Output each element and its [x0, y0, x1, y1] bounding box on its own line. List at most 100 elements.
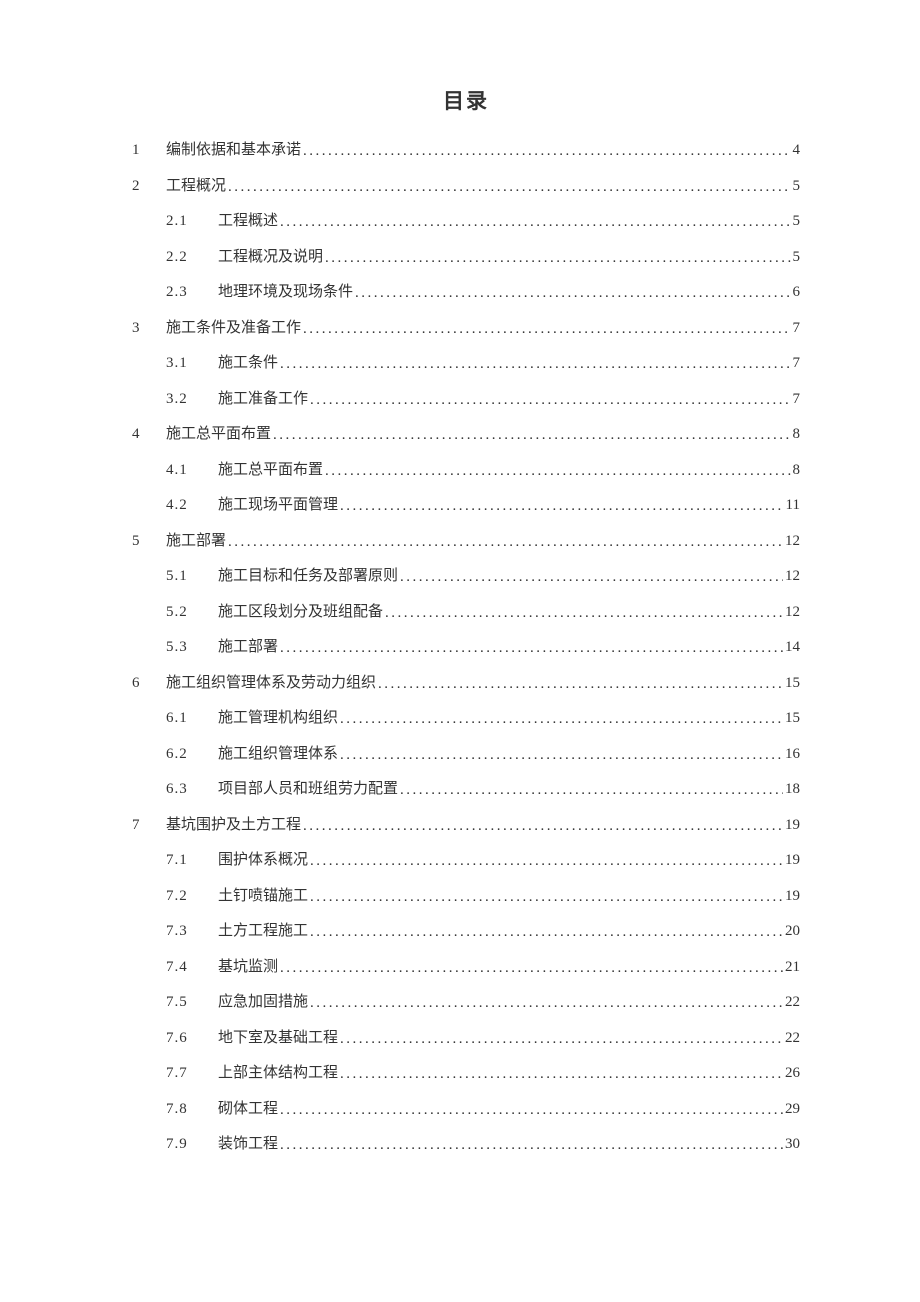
toc-entry: 5.3施工部署14 [132, 640, 800, 676]
toc-entry-page: 26 [785, 1066, 800, 1081]
toc-entry: 7.1围护体系概况19 [132, 853, 800, 889]
toc-entry-page: 19 [785, 853, 800, 868]
toc-leader-dots [310, 393, 790, 408]
toc-leader-dots [325, 251, 790, 266]
toc-entry-page: 22 [785, 995, 800, 1010]
toc-entry-title: 编制依据和基本承诺 [166, 143, 301, 158]
toc-entry-title: 施工目标和任务及部署原则 [218, 569, 398, 584]
toc-leader-dots [303, 144, 790, 159]
toc-entry-page: 4 [793, 143, 801, 158]
toc-entry-number: 3.1 [166, 356, 218, 371]
toc-entry-page: 19 [785, 818, 800, 833]
toc-entry-number: 7.8 [166, 1102, 218, 1117]
toc-leader-dots [378, 677, 783, 692]
toc-entry-page: 12 [785, 605, 800, 620]
toc-entry-page: 20 [785, 924, 800, 939]
toc-entry-number: 5 [132, 534, 166, 549]
toc-entry: 6.2施工组织管理体系16 [132, 747, 800, 783]
toc-entry-number: 7.5 [166, 995, 218, 1010]
toc-leader-dots [280, 357, 790, 372]
toc-entry: 5.1施工目标和任务及部署原则 12 [132, 569, 800, 605]
toc-entry-page: 5 [793, 214, 801, 229]
document-page: 目录 1编制依据和基本承诺42工程概况52.1工程概述52.2工程概况及说明52… [0, 0, 920, 1173]
toc-entry-number: 5.1 [166, 569, 218, 584]
toc-entry-title: 工程概况 [166, 179, 226, 194]
toc-entry-title: 地下室及基础工程 [218, 1031, 338, 1046]
toc-leader-dots [310, 854, 783, 869]
toc-leader-dots [340, 712, 783, 727]
toc-entry-number: 2.3 [166, 285, 218, 300]
toc-entry-number: 6.2 [166, 747, 218, 762]
toc-leader-dots [280, 1103, 783, 1118]
toc-entry-number: 2 [132, 179, 166, 194]
toc-entry-page: 15 [785, 711, 800, 726]
toc-entry: 7.9装饰工程 30 [132, 1137, 800, 1173]
toc-entry-number: 7 [132, 818, 166, 833]
toc-entry: 5.2施工区段划分及班组配备12 [132, 605, 800, 641]
toc-entry: 2.3地理环境及现场条件 6 [132, 285, 800, 321]
toc-entry-page: 6 [793, 285, 801, 300]
toc-entry: 6.1施工管理机构组织15 [132, 711, 800, 747]
toc-entry-number: 7.4 [166, 960, 218, 975]
toc-entry-title: 施工部署 [218, 640, 278, 655]
toc-entry-page: 12 [785, 569, 800, 584]
toc-entry: 2工程概况5 [132, 179, 800, 215]
toc-entry-page: 11 [786, 498, 800, 513]
toc-leader-dots [340, 499, 784, 514]
toc-leader-dots [280, 215, 790, 230]
toc-entry: 5施工部署12 [132, 534, 800, 570]
toc-leader-dots [310, 890, 783, 905]
toc-entry-number: 2.1 [166, 214, 218, 229]
toc-entry: 7.8砌体工程29 [132, 1102, 800, 1138]
toc-entry: 1编制依据和基本承诺 4 [132, 143, 800, 179]
toc-entry-number: 6 [132, 676, 166, 691]
toc-entry-number: 7.6 [166, 1031, 218, 1046]
toc-entry: 4.1施工总平面布置8 [132, 463, 800, 499]
toc-entry-number: 1 [132, 143, 166, 158]
toc-leader-dots [310, 996, 783, 1011]
toc-entry-number: 4.2 [166, 498, 218, 513]
toc-entry: 7.5应急加固措施22 [132, 995, 800, 1031]
toc-entry: 3.2施工准备工作7 [132, 392, 800, 428]
toc-entry-title: 地理环境及现场条件 [218, 285, 353, 300]
toc-entry-title: 装饰工程 [218, 1137, 278, 1152]
toc-entry: 6施工组织管理体系及劳动力组织15 [132, 676, 800, 712]
toc-leader-dots [325, 464, 790, 479]
toc-entry-title: 施工条件 [218, 356, 278, 371]
toc-leader-dots [228, 535, 783, 550]
toc-leader-dots [228, 180, 790, 195]
toc-entry-number: 7.9 [166, 1137, 218, 1152]
toc-entry-title: 施工条件及准备工作 [166, 321, 301, 336]
toc-entry-page: 18 [785, 782, 800, 797]
toc-leader-dots [303, 819, 783, 834]
toc-entry-title: 基坑围护及土方工程 [166, 818, 301, 833]
toc-entry-page: 30 [785, 1137, 800, 1152]
toc-entry-page: 7 [793, 392, 801, 407]
toc-entry-number: 7.3 [166, 924, 218, 939]
toc-entry-page: 15 [785, 676, 800, 691]
toc-entry: 7.3土方工程施工20 [132, 924, 800, 960]
toc-entry-title: 项目部人员和班组劳力配置 [218, 782, 398, 797]
toc-entry-page: 19 [785, 889, 800, 904]
toc-entry-number: 6.1 [166, 711, 218, 726]
toc-entry-page: 8 [793, 427, 801, 442]
toc-leader-dots [400, 570, 783, 585]
toc-entry-title: 施工总平面布置 [218, 463, 323, 478]
toc-entry-title: 工程概况及说明 [218, 250, 323, 265]
toc-leader-dots [400, 783, 783, 798]
toc-entry-page: 29 [785, 1102, 800, 1117]
toc-entry: 7基坑围护及土方工程 19 [132, 818, 800, 854]
toc-entry-title: 土钉喷锚施工 [218, 889, 308, 904]
toc-entry-number: 5.2 [166, 605, 218, 620]
toc-entry: 7.4基坑监测21 [132, 960, 800, 996]
toc-entry: 6.3项目部人员和班组劳力配置18 [132, 782, 800, 818]
toc-entry: 4.2施工现场平面管理11 [132, 498, 800, 534]
toc-leader-dots [340, 748, 783, 763]
table-of-contents: 1编制依据和基本承诺42工程概况52.1工程概述52.2工程概况及说明52.3地… [132, 143, 800, 1173]
toc-leader-dots [280, 641, 783, 656]
toc-entry: 7.2土钉喷锚施工19 [132, 889, 800, 925]
toc-entry-title: 围护体系概况 [218, 853, 308, 868]
toc-entry: 7.6地下室及基础工程22 [132, 1031, 800, 1067]
toc-leader-dots [385, 606, 783, 621]
toc-entry-title: 施工总平面布置 [166, 427, 271, 442]
